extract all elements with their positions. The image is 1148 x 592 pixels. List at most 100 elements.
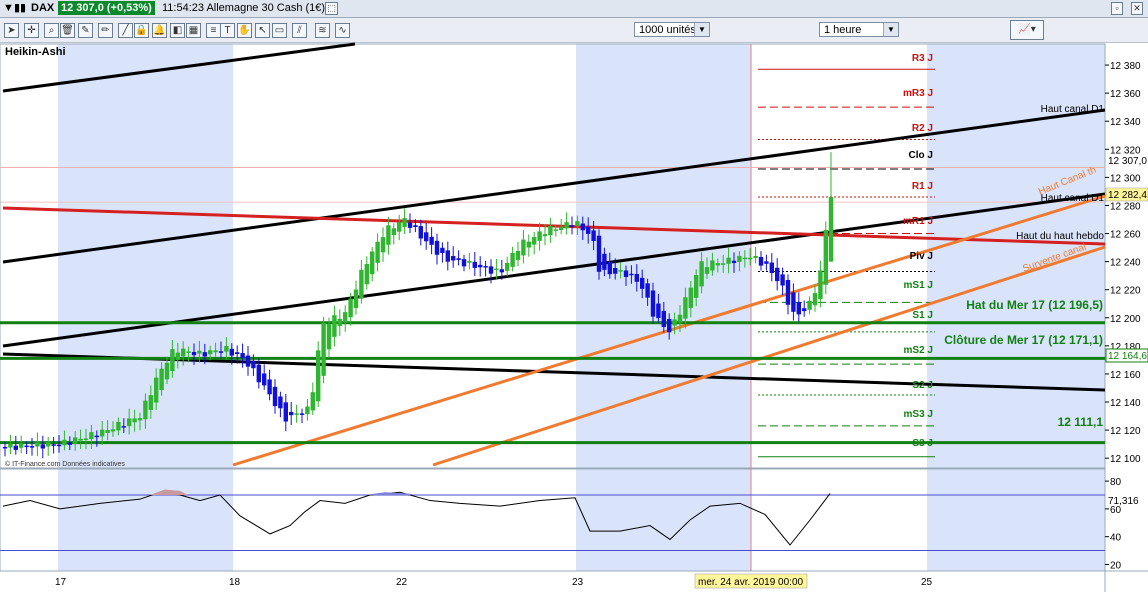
candle-body [699,261,704,287]
marker-282-text: 12 282,4 [1108,190,1147,201]
candle-body [537,231,542,241]
candle-body [407,222,413,228]
candle-body [364,264,369,285]
candle-body [769,262,774,274]
candle-body [316,350,321,402]
candle-body [586,226,591,234]
chevron-down-icon[interactable]: ▼ [883,23,898,36]
pivot-label-ms2: mS2 J [904,345,933,356]
candle-body [613,267,618,274]
ruler-icon[interactable]: ✎ [78,23,93,38]
rect-icon[interactable]: ▭ [272,23,287,38]
candle-body [499,269,504,273]
candle-body [251,361,256,369]
pivot-label-ms1: mS1 J [904,280,933,291]
candle-body [758,257,764,266]
candle-body [8,443,13,448]
candle-body [775,267,780,282]
grid-icon[interactable]: ▦ [186,23,201,38]
candle-body [602,253,607,270]
candle-body [73,437,78,444]
candle-body [116,421,121,431]
text-tool-icon[interactable]: T [220,23,235,38]
candle-body [294,413,299,415]
candle-body [629,273,634,276]
candle-body [456,258,461,260]
camera-icon[interactable]: ◧ [170,23,185,38]
timeframe-select-value: 1 heure [824,24,862,36]
units-select[interactable]: 1000 unités ▼ [634,22,710,37]
pencil-icon[interactable]: ✏ [98,23,113,38]
pivot-label-s1: S1 J [912,310,933,321]
hand-icon[interactable]: ✋ [237,23,252,38]
candle-body [785,279,791,305]
candle-body [256,364,261,383]
osc-tick-label: 80 [1110,477,1122,488]
bell-icon[interactable]: 🔔 [152,23,167,38]
candle-body [375,241,380,263]
candle-body [677,314,683,323]
candle-body [164,362,170,380]
candle-body [478,264,483,268]
session-band [58,44,233,571]
time-label-22: 22 [396,577,408,588]
price-tick-label: 12 340 [1110,117,1141,128]
candle-body [299,413,305,415]
price-tick-label: 12 120 [1110,426,1141,437]
trash-icon[interactable]: 🗑 [60,23,75,38]
candle-body [62,439,67,446]
pivot-label-piv: Piv J [910,251,933,262]
candle-body [110,429,116,432]
candle-body [623,270,629,278]
candle-body [213,350,218,353]
candle-body [667,318,672,333]
candle-body [100,429,105,437]
price-tick-label: 12 160 [1110,370,1141,381]
zoom-icon[interactable]: ⌕ [44,23,59,38]
zigzag-icon[interactable]: ≋ [315,23,330,38]
crosshair-icon[interactable]: ✛ [24,23,39,38]
arrow-tool-icon[interactable]: ➤ [4,23,19,38]
price-tick-label: 12 140 [1110,398,1141,409]
candle-body [564,222,569,229]
candle-body [40,444,45,449]
candle-body [413,225,418,227]
candle-body [505,262,510,271]
label-level-12111: 12 111,1 [1058,415,1104,429]
candle-body [828,197,834,262]
candle-body [704,267,710,274]
pivot-label-r1: R1 J [912,181,933,192]
candle-body [121,426,126,428]
cursor-icon[interactable]: ↖ [255,23,270,38]
candle-body [19,443,24,448]
wave-icon[interactable]: ∿ [335,23,350,38]
lock-icon[interactable]: 🔒 [134,23,149,38]
chart-area[interactable]: Heikin-Ashi © IT-Finance.com Données ind… [0,0,1148,592]
channel-icon[interactable]: ⫽ [292,23,307,38]
indicators-menu-icon[interactable]: 📈▾ [1010,20,1044,40]
candle-body [688,287,693,308]
candle-body [764,261,769,264]
candle-body [278,396,283,409]
candle-body [440,247,445,254]
candle-body [175,352,180,361]
candle-body [267,379,272,395]
chevron-down-icon[interactable]: ▼ [694,23,709,36]
fib-icon[interactable]: ≡ [206,23,221,38]
price-tick-label: 12 300 [1110,173,1141,184]
candle-body [467,260,472,263]
candle-body [591,230,596,242]
candle-body [402,218,407,227]
candle-body [483,266,488,268]
line-tool-icon[interactable]: ╱ [118,23,133,38]
price-tick-label: 12 100 [1110,454,1141,465]
timeframe-select[interactable]: 1 heure ▼ [819,22,899,37]
candle-body [575,221,580,226]
data-source-watermark: © IT-Finance.com Données indicatives [5,460,125,468]
candle-body [742,257,747,260]
candle-body [640,277,645,289]
candle-body [753,255,758,259]
candle-body [191,351,197,356]
candle-body [170,349,175,372]
candle-body [348,298,353,318]
